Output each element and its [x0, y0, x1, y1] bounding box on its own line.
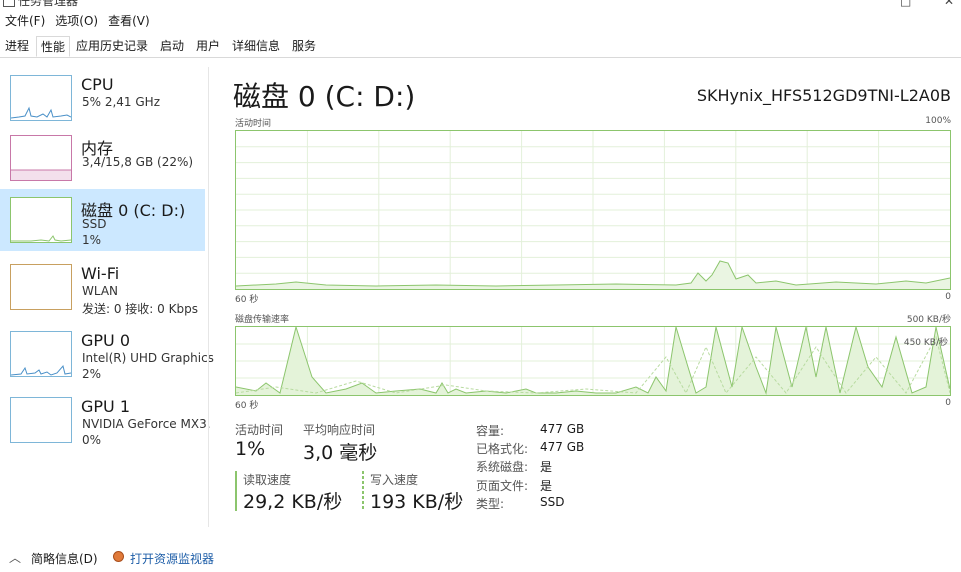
capacity-value: 477 GB [540, 422, 585, 436]
tab-details[interactable]: 详细信息 [228, 36, 284, 57]
transfer-graph-min: 0 [945, 398, 951, 408]
type-key: 类型: [476, 497, 505, 511]
sidebar-item-usage: 2% [82, 367, 102, 381]
menu-bar: 文件(F) 选项(O) 查看(V) [0, 11, 155, 31]
response-time-label: 平均响应时间 [303, 423, 376, 437]
activity-graph-time-span: 60 秒 [235, 295, 259, 305]
disk-detail-pane: 磁盘 0 (C: D:) SKHynix_HFS512GD9TNI-L2A0B … [209, 67, 961, 527]
sidebar-item-detail: WLAN [82, 284, 119, 298]
sidebar-item-usage: 1% [82, 233, 102, 247]
sidebar-item-detail: 3,4/15,8 GB (22%) [82, 155, 194, 169]
disk-model: SKHynix_HFS512GD9TNI-L2A0B [696, 86, 951, 105]
tab-users[interactable]: 用户 [192, 36, 224, 57]
formatted-value: 477 GB [540, 440, 585, 454]
tab-performance[interactable]: 性能 [36, 36, 71, 57]
sidebar-item-name: Wi-Fi [81, 264, 120, 283]
resource-monitor-icon [113, 551, 124, 562]
transfer-graph-label: 磁盘传输速率 [235, 315, 290, 325]
menu-view[interactable]: 查看(V) [103, 11, 155, 31]
sidebar-item-detail: 5% 2,41 GHz [82, 95, 161, 109]
read-speed-value: 29,2 KB/秒 [243, 491, 343, 513]
tab-processes[interactable]: 进程 [1, 36, 33, 57]
type-value: SSD [540, 495, 565, 509]
task-manager-icon [3, 0, 15, 7]
read-speed-indicator [235, 471, 237, 511]
gpu-0-thumbnail-graph [10, 331, 72, 377]
window-title: 任务管理器 [18, 0, 79, 8]
transfer-graph-max: 500 KB/秒 [906, 315, 951, 325]
tab-app-history[interactable]: 应用历史记录 [72, 36, 152, 57]
sidebar-item-detail: SSD [82, 217, 107, 231]
wifi-thumbnail-graph [10, 264, 72, 310]
menu-options[interactable]: 选项(O) [50, 11, 103, 31]
disk-thumbnail-graph [10, 197, 72, 243]
write-speed-value: 193 KB/秒 [370, 491, 464, 513]
tab-bar: 进程 性能 应用历史记录 启动 用户 详细信息 服务 [0, 35, 961, 58]
fewer-details-button[interactable]: 简略信息(D) [31, 550, 98, 567]
tab-services[interactable]: 服务 [288, 36, 320, 57]
transfer-graph-scale-label: 450 KB/秒 [903, 338, 948, 348]
activity-graph-min: 0 [945, 292, 951, 302]
sidebar-item-disk-0[interactable]: 磁盘 0 (C: D:) SSD 1% [0, 189, 205, 251]
sidebar-item-detail: Intel(R) UHD Graphics [82, 351, 214, 365]
transfer-graph-time-span: 60 秒 [235, 401, 259, 411]
page-title: 磁盘 0 (C: D:) [233, 80, 416, 113]
close-button[interactable]: ✕ [944, 0, 954, 8]
sidebar-item-cpu[interactable]: CPU 5% 2,41 GHz [0, 67, 205, 129]
activity-graph-max: 100% [925, 116, 951, 126]
sidebar-item-wifi[interactable]: Wi-Fi WLAN 发送: 0 接收: 0 Kbps [0, 256, 205, 318]
sidebar-item-gpu-0[interactable]: GPU 0 Intel(R) UHD Graphics 2% [0, 323, 214, 385]
page-file-key: 页面文件: [476, 479, 529, 493]
sidebar-item-usage: 0% [82, 433, 102, 447]
transfer-rate-graph: 450 KB/秒 [235, 326, 951, 396]
title-bar: 任务管理器 □ ✕ [0, 0, 961, 8]
sidebar-item-throughput: 发送: 0 接收: 0 Kbps [82, 302, 198, 316]
sidebar-item-detail: NVIDIA GeForce MX3. [82, 417, 211, 431]
resource-sidebar: CPU 5% 2,41 GHz 内存 3,4/15,8 GB (22%) 磁盘 … [0, 67, 214, 527]
sidebar-item-memory[interactable]: 内存 3,4/15,8 GB (22%) [0, 127, 205, 189]
gpu-1-thumbnail-graph [10, 397, 72, 443]
memory-thumbnail-graph [10, 135, 72, 181]
page-file-value: 是 [540, 479, 553, 493]
formatted-key: 已格式化: [476, 442, 529, 456]
activity-time-graph [235, 130, 951, 290]
sidebar-item-name: CPU [81, 75, 114, 94]
open-resource-monitor-link[interactable]: 打开资源监视器 [130, 550, 214, 567]
write-speed-label: 写入速度 [370, 473, 419, 487]
menu-file[interactable]: 文件(F) [0, 11, 50, 31]
response-time-value: 3,0 毫秒 [303, 442, 378, 464]
system-disk-value: 是 [540, 460, 553, 474]
read-speed-label: 读取速度 [243, 473, 292, 487]
cpu-thumbnail-graph [10, 75, 72, 121]
active-time-value: 1% [235, 438, 266, 460]
activity-graph-label: 活动时间 [235, 119, 272, 129]
sidebar-item-name: GPU 1 [81, 397, 131, 416]
sidebar-item-name: GPU 0 [81, 331, 131, 350]
active-time-label: 活动时间 [235, 423, 284, 437]
tab-startup[interactable]: 启动 [156, 36, 188, 57]
footer-bar: ︿ 简略信息(D) 打开资源监视器 [0, 540, 961, 572]
sidebar-item-gpu-1[interactable]: GPU 1 NVIDIA GeForce MX3. 0% [0, 389, 211, 451]
system-disk-key: 系统磁盘: [476, 460, 529, 474]
capacity-key: 容量: [476, 424, 505, 438]
maximize-button[interactable]: □ [900, 0, 911, 8]
write-speed-indicator [362, 471, 364, 511]
chevron-up-icon[interactable]: ︿ [9, 549, 21, 566]
